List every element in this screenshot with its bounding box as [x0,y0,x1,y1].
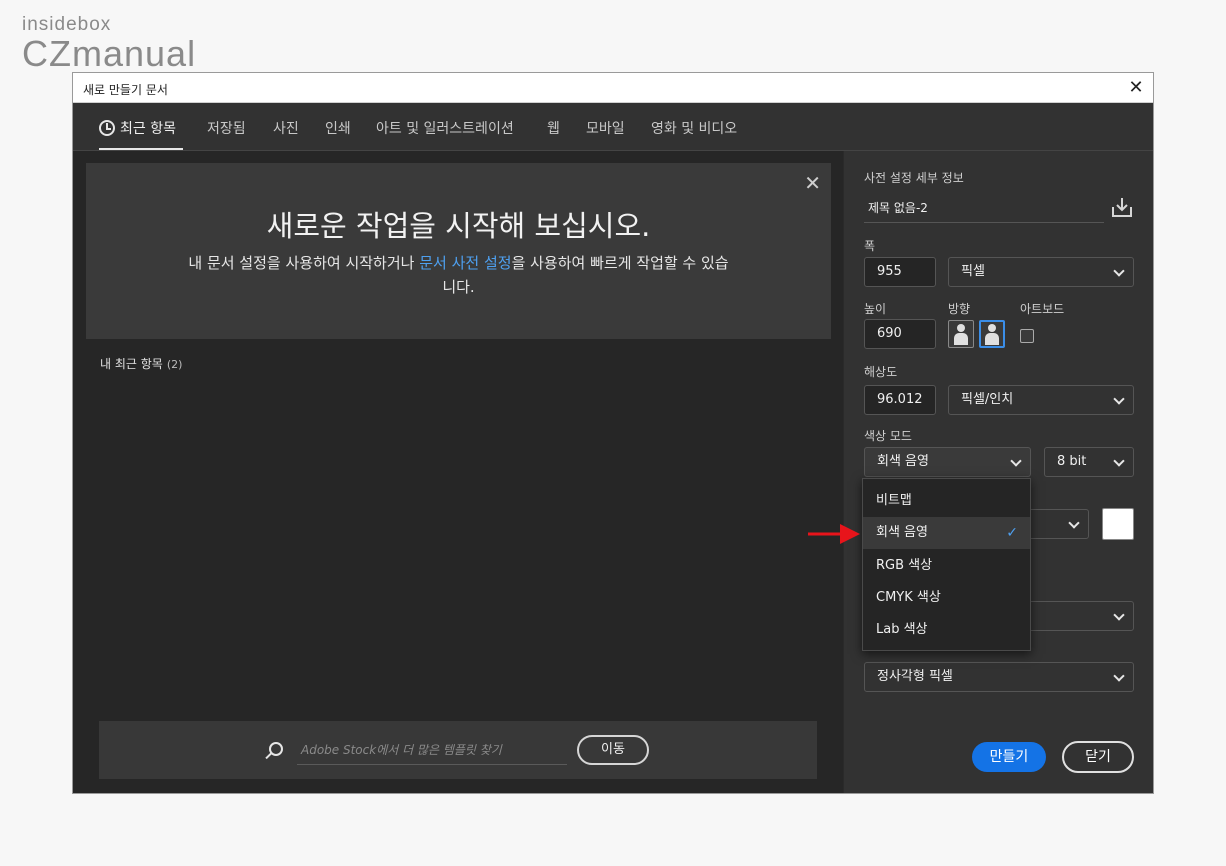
recent-content-area: ✕ 새로운 작업을 시작해 보십시오. 내 문서 설정을 사용하여 시작하거나 … [73,151,843,793]
category-tabs: 최근 항목 저장됨 사진 인쇄 아트 및 일러스트레이션 웹 모바일 영화 및 … [73,103,1153,151]
chevron-down-icon [1068,517,1080,529]
artboard-checkbox[interactable] [1020,329,1034,343]
chevron-down-icon [1010,455,1022,467]
checkmark-icon: ✓ [1006,525,1018,541]
go-button[interactable]: 이동 [577,735,649,765]
width-unit-value: 픽셀 [961,264,985,279]
tab-film-video[interactable]: 영화 및 비디오 [651,118,737,138]
height-label: 높이 [864,302,887,316]
landscape-orientation-button[interactable] [979,320,1005,348]
clock-icon [99,120,115,136]
orientation-label: 방향 [948,302,971,316]
tab-photo[interactable]: 사진 [273,118,299,138]
chevron-down-icon [1113,393,1125,405]
chevron-down-icon [1113,609,1125,621]
chevron-down-icon [1113,265,1125,277]
tab-recent-label: 최근 항목 [120,121,176,137]
resolution-label: 해상도 [864,365,898,379]
save-preset-icon[interactable] [1110,195,1134,219]
color-mode-dropdown-menu: 비트맵 회색 음영 ✓ RGB 색상 CMYK 색상 Lab 색상 [862,478,1031,651]
landscape-icon-body [985,333,999,345]
portrait-orientation-button[interactable] [948,320,974,348]
resolution-unit-select[interactable]: 픽셀/인치 [948,385,1134,415]
menu-item-lab[interactable]: Lab 색상 [863,614,1030,646]
document-preset-link[interactable]: 문서 사전 설정 [419,254,511,272]
menu-item-cmyk[interactable]: CMYK 색상 [863,582,1030,614]
recent-items-label: 내 최근 항목 [100,357,163,371]
color-mode-value: 회색 음영 [877,454,929,469]
chevron-down-icon [1113,670,1125,682]
preset-details-panel: 사전 설정 세부 정보 제목 없음-2 폭 955 픽셀 높이 방향 아트보드 … [843,151,1153,793]
title-bar: 새로 만들기 문서 ✕ [73,73,1153,103]
preset-details-heading: 사전 설정 세부 정보 [864,171,964,185]
red-arrow-annotation [808,524,860,544]
stock-search-input[interactable]: Adobe Stock에서 더 많은 템플릿 찾기 [297,737,567,765]
window-close-icon[interactable]: ✕ [1125,77,1147,99]
window-title: 새로 만들기 문서 [83,83,168,97]
bit-depth-value: 8 bit [1057,454,1087,469]
chevron-down-icon [1113,455,1125,467]
tab-art-illustration[interactable]: 아트 및 일러스트레이션 [376,118,514,138]
search-icon [269,742,283,756]
color-mode-select[interactable]: 회색 음영 [864,447,1031,477]
pixel-aspect-select[interactable]: 정사각형 픽셀 [864,662,1134,692]
tab-web[interactable]: 웹 [547,118,560,138]
bit-depth-select[interactable]: 8 bit [1044,447,1134,477]
document-name-field[interactable]: 제목 없음-2 [864,195,1104,223]
menu-item-rgb[interactable]: RGB 색상 [863,550,1030,582]
recent-items-heading: 내 최근 항목 (2) [100,355,182,372]
watermark-bottom-text: CZmanual [22,33,197,74]
recent-items-count: (2) [166,358,183,371]
portrait-icon [957,324,965,332]
background-color-swatch[interactable] [1102,508,1134,540]
color-mode-label: 색상 모드 [864,429,912,443]
close-button[interactable]: 닫기 [1062,741,1134,773]
welcome-subtitle: 내 문서 설정을 사용하여 시작하거나 문서 사전 설정을 사용하여 빠르게 작… [186,251,731,299]
height-input[interactable]: 690 [864,319,936,349]
width-label: 폭 [864,239,876,253]
menu-item-grayscale-label: 회색 음영 [876,525,928,540]
tab-print[interactable]: 인쇄 [325,118,351,138]
welcome-sub-before: 내 문서 설정을 사용하여 시작하거나 [188,254,420,272]
active-tab-indicator [99,148,183,150]
pixel-aspect-value: 정사각형 픽셀 [877,669,953,684]
tab-saved[interactable]: 저장됨 [207,118,246,138]
menu-item-bitmap[interactable]: 비트맵 [863,485,1030,517]
tab-recent[interactable]: 최근 항목 [99,118,176,138]
width-unit-select[interactable]: 픽셀 [948,257,1134,287]
banner-close-icon[interactable]: ✕ [804,173,821,193]
adobe-stock-search-bar: Adobe Stock에서 더 많은 템플릿 찾기 이동 [99,721,817,779]
landscape-icon [988,324,996,332]
new-document-dialog: 새로 만들기 문서 ✕ 최근 항목 저장됨 사진 인쇄 아트 및 일러스트레이션… [72,72,1154,794]
welcome-title: 새로운 작업을 시작해 보십시오. [266,209,651,243]
tab-mobile[interactable]: 모바일 [586,118,625,138]
welcome-banner: ✕ 새로운 작업을 시작해 보십시오. 내 문서 설정을 사용하여 시작하거나 … [86,163,831,339]
menu-item-grayscale[interactable]: 회색 음영 ✓ [863,517,1030,549]
resolution-unit-value: 픽셀/인치 [961,392,1014,407]
width-input[interactable]: 955 [864,257,936,287]
portrait-icon-body [954,333,968,345]
artboard-label: 아트보드 [1020,302,1065,316]
resolution-input[interactable]: 96.012 [864,385,936,415]
create-button[interactable]: 만들기 [972,742,1046,772]
watermark-logo: insidebox CZmanual [22,14,196,72]
